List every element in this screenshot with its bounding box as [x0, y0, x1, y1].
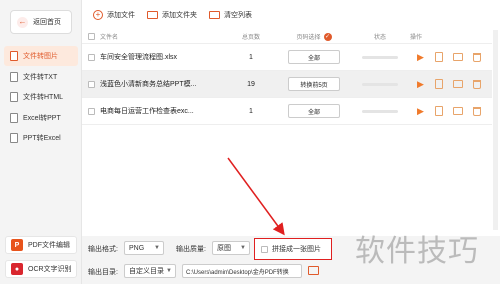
trash-icon[interactable] — [473, 52, 481, 62]
document-icon[interactable] — [435, 79, 443, 89]
sidebar-item-file-to-txt[interactable]: 文件转TXT — [4, 67, 78, 87]
sidebar-item-file-to-image[interactable]: 文件转图片 — [4, 46, 78, 66]
output-path-field[interactable]: C:\Users\admin\Desktop\金舟PDF转换 — [182, 264, 302, 278]
file-name: 浅蓝色小清新商务总结PPT模... — [100, 81, 197, 88]
row-checkbox[interactable] — [87, 80, 95, 88]
folder-icon[interactable] — [453, 80, 463, 88]
add-file-button[interactable]: + 添加文件 — [88, 6, 140, 24]
file-name: 车间安全管理流程图.xlsx — [100, 54, 177, 61]
play-icon[interactable]: ▶ — [416, 106, 425, 116]
excel-file-icon — [10, 112, 18, 123]
file-table: 文件名 总页数 页码选择 ✓ 状态 操作 车间安全管理流程图.xlsx 1 全部… — [82, 30, 492, 125]
image-file-icon — [10, 51, 18, 61]
header-status: 状态 — [373, 35, 386, 41]
plus-icon: + — [93, 10, 103, 20]
browse-folder-icon[interactable] — [308, 266, 319, 275]
status-progress-bar — [362, 82, 398, 86]
header-name: 文件名 — [100, 35, 119, 41]
folder-icon[interactable] — [453, 107, 463, 115]
txt-file-icon — [10, 71, 18, 82]
add-file-label: 添加文件 — [107, 12, 135, 19]
chevron-down-icon: ▼ — [166, 268, 172, 274]
play-icon[interactable]: ▶ — [416, 52, 425, 62]
document-icon[interactable] — [435, 106, 443, 116]
status-progress-bar — [362, 109, 398, 113]
sidebar-item-label: Excel转PPT — [23, 114, 61, 122]
dir-value: 自定义目录 — [129, 268, 164, 275]
scrollbar[interactable] — [493, 30, 498, 230]
sidebar-item-label: 文件转图片 — [23, 53, 58, 60]
table-header: 文件名 总页数 页码选择 ✓ 状态 操作 — [82, 30, 492, 44]
add-folder-button[interactable]: 添加文件夹 — [142, 6, 202, 24]
ppt-file-icon — [10, 133, 18, 143]
header-ops: 操作 — [410, 35, 423, 41]
clear-list-icon — [209, 11, 220, 19]
table-row[interactable]: 电商每日运营工作检查表exc... 1 全部 ▶ — [82, 98, 492, 125]
pdf-icon: P — [11, 239, 23, 251]
page-select-button[interactable]: 全部 — [288, 50, 340, 64]
back-arrow-icon: ← — [17, 16, 28, 28]
row-checkbox[interactable] — [87, 53, 95, 61]
sidebar-item-file-to-html[interactable]: 文件转HTML — [4, 87, 78, 107]
html-file-icon — [10, 92, 18, 102]
toolbar: + 添加文件 添加文件夹 清空列表 — [82, 0, 500, 30]
sidebar-item-label: 文件转HTML — [23, 94, 64, 101]
page-count: 1 — [249, 107, 253, 115]
trash-icon[interactable] — [473, 106, 481, 116]
format-select[interactable]: PNG ▼ — [124, 241, 164, 255]
quality-value: 原图 — [217, 245, 231, 252]
sidebar-item-label: 文件转TXT — [23, 73, 58, 81]
dir-label: 输出目录: — [88, 269, 118, 276]
app-window: ← 返回首页 文件转图片 文件转TXT 文件转HTML Excel转PPT PP… — [0, 0, 500, 284]
sidebar-item-ppt-to-excel[interactable]: PPT转Excel — [4, 128, 78, 148]
page-count: 1 — [249, 53, 253, 61]
clear-list-button[interactable]: 清空列表 — [204, 6, 257, 24]
promo-label: OCR文字识别 — [28, 266, 72, 273]
merge-checkbox[interactable] — [261, 245, 268, 253]
sidebar-item-excel-to-ppt[interactable]: Excel转PPT — [4, 108, 78, 128]
merge-label: 拼接成一张图片 — [272, 246, 321, 253]
table-row[interactable]: 浅蓝色小清新商务总结PPT模... 19 转换前5页 ▶ — [82, 71, 492, 98]
chevron-down-icon: ▼ — [240, 245, 246, 251]
trash-icon[interactable] — [473, 79, 481, 89]
row-checkbox[interactable] — [87, 107, 95, 115]
clear-list-label: 清空列表 — [224, 12, 252, 19]
page-select-button[interactable]: 转换前5页 — [288, 77, 340, 91]
file-name: 电商每日运营工作检查表exc... — [100, 108, 194, 115]
table-row[interactable]: 车间安全管理流程图.xlsx 1 全部 ▶ — [82, 44, 492, 71]
format-label: 输出格式: — [88, 246, 118, 253]
pdf-editor-promo[interactable]: P PDF文件编辑 — [5, 236, 77, 254]
sidebar: ← 返回首页 文件转图片 文件转TXT 文件转HTML Excel转PPT PP… — [0, 0, 82, 284]
ocr-icon: ● — [11, 263, 23, 275]
chevron-down-icon: ▼ — [154, 245, 160, 251]
header-page-select-label: 页码选择 — [296, 35, 321, 41]
folder-icon[interactable] — [453, 53, 463, 61]
dir-select[interactable]: 自定义目录 ▼ — [124, 264, 176, 278]
add-folder-label: 添加文件夹 — [162, 12, 197, 19]
folder-icon — [147, 11, 158, 19]
promo-label: PDF文件编辑 — [28, 242, 70, 249]
page-select-button[interactable]: 全部 — [288, 104, 340, 118]
home-button-label: 返回首页 — [33, 19, 61, 26]
header-page-select: 页码选择 ✓ — [274, 32, 354, 41]
watermark-text: 软件技巧 — [355, 234, 479, 269]
status-progress-bar — [362, 55, 398, 59]
ocr-promo[interactable]: ● OCR文字识别 — [5, 260, 77, 278]
sidebar-item-label: PPT转Excel — [23, 135, 61, 142]
quality-label: 输出质量: — [176, 246, 206, 253]
merge-option-highlight[interactable]: 拼接成一张图片 — [254, 238, 332, 260]
home-button[interactable]: ← 返回首页 — [10, 10, 72, 34]
sidebar-nav: 文件转图片 文件转TXT 文件转HTML Excel转PPT PPT转Excel — [4, 46, 78, 149]
format-value: PNG — [129, 244, 145, 252]
check-badge-icon[interactable]: ✓ — [323, 32, 332, 41]
select-all-checkbox[interactable] — [87, 33, 95, 40]
header-pages: 总页数 — [241, 35, 260, 41]
play-icon[interactable]: ▶ — [416, 79, 425, 89]
page-count: 19 — [247, 80, 255, 88]
quality-select[interactable]: 原图 ▼ — [212, 241, 250, 255]
document-icon[interactable] — [435, 52, 443, 62]
